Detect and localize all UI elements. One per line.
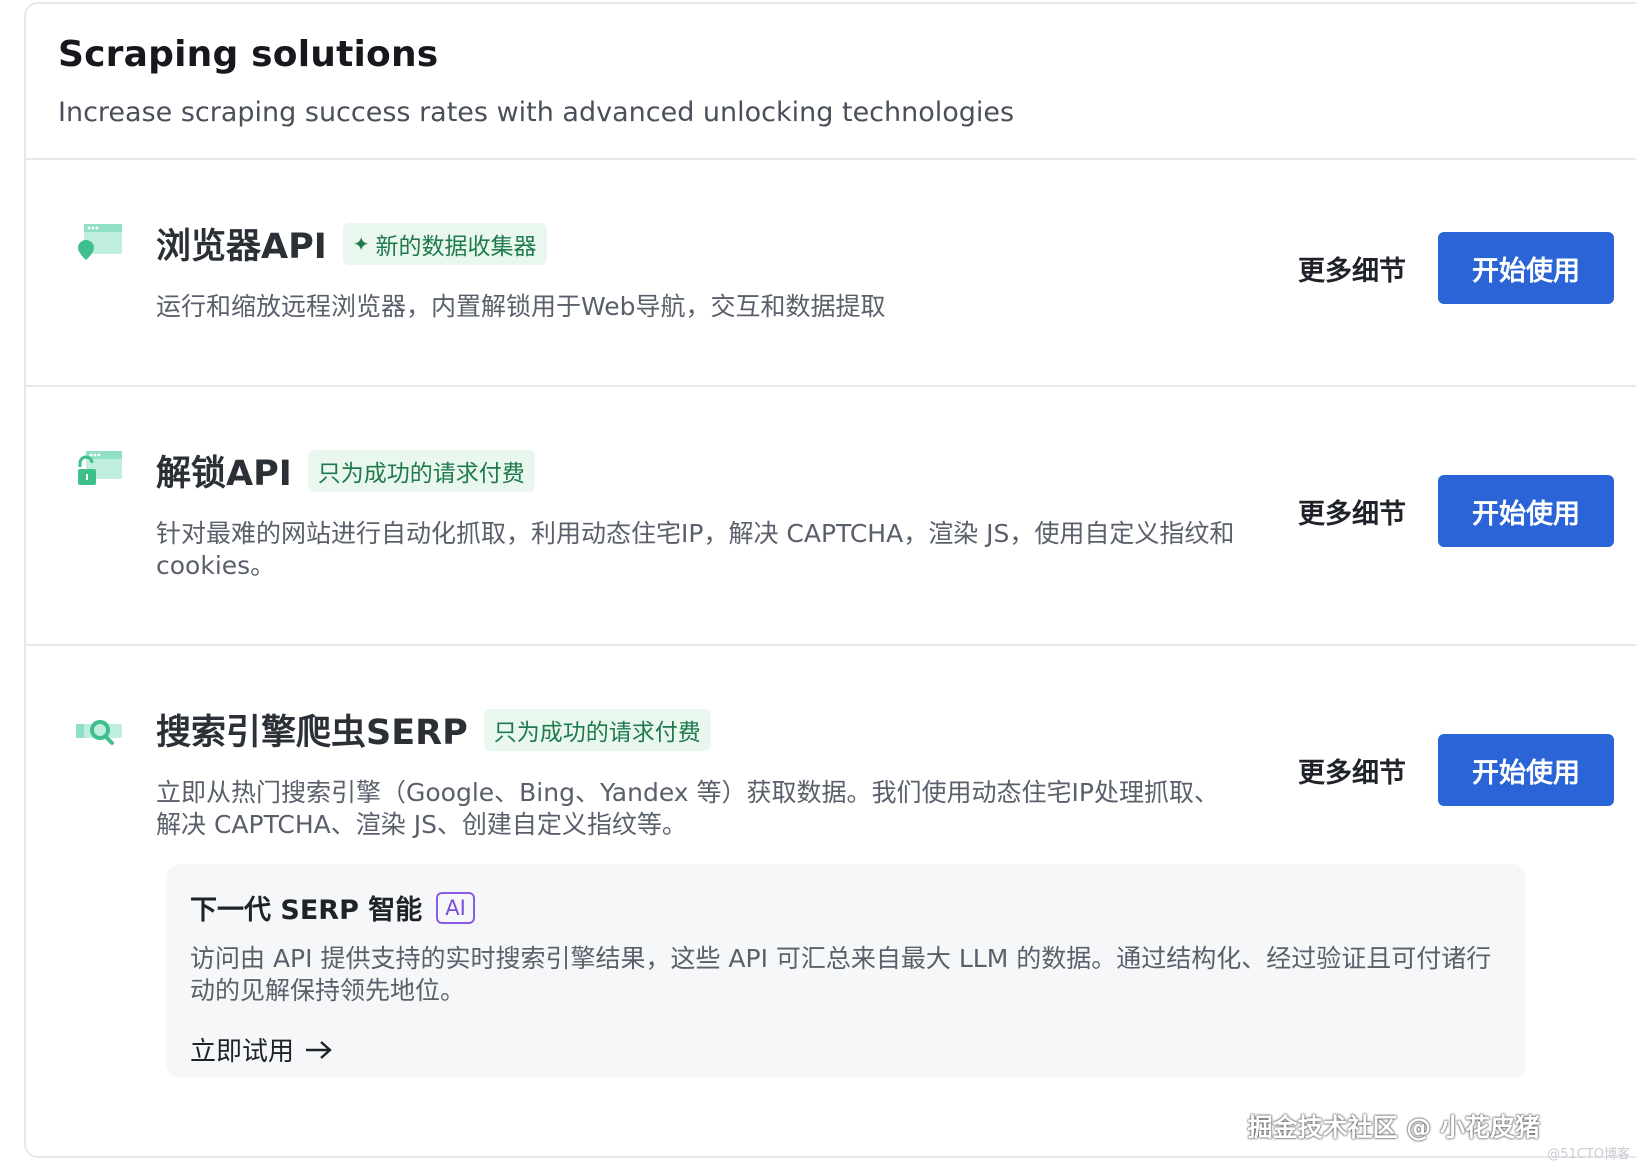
search-engine-icon [76,720,122,745]
start-button[interactable]: 开始使用 [1438,232,1614,304]
browser-unlock-icon [78,451,122,485]
product-content: 搜索引擎爬虫SERP 只为成功的请求付费 立即从热门搜索引擎（Google、Bi… [156,704,1236,841]
serp-ai-title: 下一代 SERP 智能 [190,895,423,926]
product-description: 针对最难的网站进行自动化抓取，利用动态住宅IP，解决 CAPTCHA，渲染 JS… [156,519,1235,580]
product-description: 运行和缩放远程浏览器，内置解锁用于Web导航，交互和数据提取 [156,292,886,321]
scraping-solutions-card: Scraping solutions Increase scraping suc… [24,2,1636,1158]
product-title: 搜索引擎爬虫SERP [156,713,468,753]
pay-per-success-tag: 只为成功的请求付费 [483,708,711,751]
product-description: 立即从热门搜索引擎（Google、Bing、Yandex 等）获取数据。我们使用… [156,778,1219,839]
watermark-small-text: @51CTO博客 [1547,1147,1630,1162]
browser-location-icon [78,224,122,260]
sparkle-icon: ✦ [352,231,370,256]
card-title: Scraping solutions [58,34,439,75]
product-actions: 更多细节 开始使用 [1298,232,1614,304]
serp-ai-card: 下一代 SERP 智能 AI 访问由 API 提供支持的实时搜索引擎结果，这些 … [166,864,1526,1078]
new-collector-tag: ✦ 新的数据收集器 [342,222,547,265]
more-details-link[interactable]: 更多细节 [1298,492,1406,531]
product-row-browser-api: 浏览器API ✦ 新的数据收集器 运行和缩放远程浏览器，内置解锁用于Web导航，… [26,160,1636,387]
product-title: 解锁API [156,454,292,494]
serp-ai-description: 访问由 API 提供支持的实时搜索引擎结果，这些 API 可汇总来自最大 LLM… [190,944,1492,1005]
product-content: 解锁API 只为成功的请求付费 针对最难的网站进行自动化抓取，利用动态住宅IP，… [156,445,1236,582]
tag-label: 新的数据收集器 [375,233,537,260]
ai-badge: AI [436,891,475,924]
start-button[interactable]: 开始使用 [1438,475,1614,547]
card-subtitle: Increase scraping success rates with adv… [58,97,1015,128]
watermark-text: 掘金技术社区 @ 小花皮猪 [1247,1113,1540,1142]
product-row-serp: 搜索引擎爬虫SERP 只为成功的请求付费 立即从热门搜索引擎（Google、Bi… [26,646,1636,1156]
arrow-right-icon [306,1040,332,1059]
try-now-label: 立即试用 [190,1037,295,1067]
product-row-unlocker-api: 解锁API 只为成功的请求付费 针对最难的网站进行自动化抓取，利用动态住宅IP，… [26,387,1636,646]
product-title: 浏览器API [156,227,327,267]
product-content: 浏览器API ✦ 新的数据收集器 运行和缩放远程浏览器，内置解锁用于Web导航，… [156,218,1236,323]
more-details-link[interactable]: 更多细节 [1298,249,1406,288]
try-now-link[interactable]: 立即试用 [190,1031,334,1068]
product-actions: 更多细节 开始使用 [1298,475,1614,547]
card-header: Scraping solutions Increase scraping suc… [26,4,1636,160]
more-details-link[interactable]: 更多细节 [1298,751,1406,790]
product-actions: 更多细节 开始使用 [1298,734,1614,806]
pay-per-success-tag: 只为成功的请求付费 [307,449,535,492]
start-button[interactable]: 开始使用 [1438,734,1614,806]
